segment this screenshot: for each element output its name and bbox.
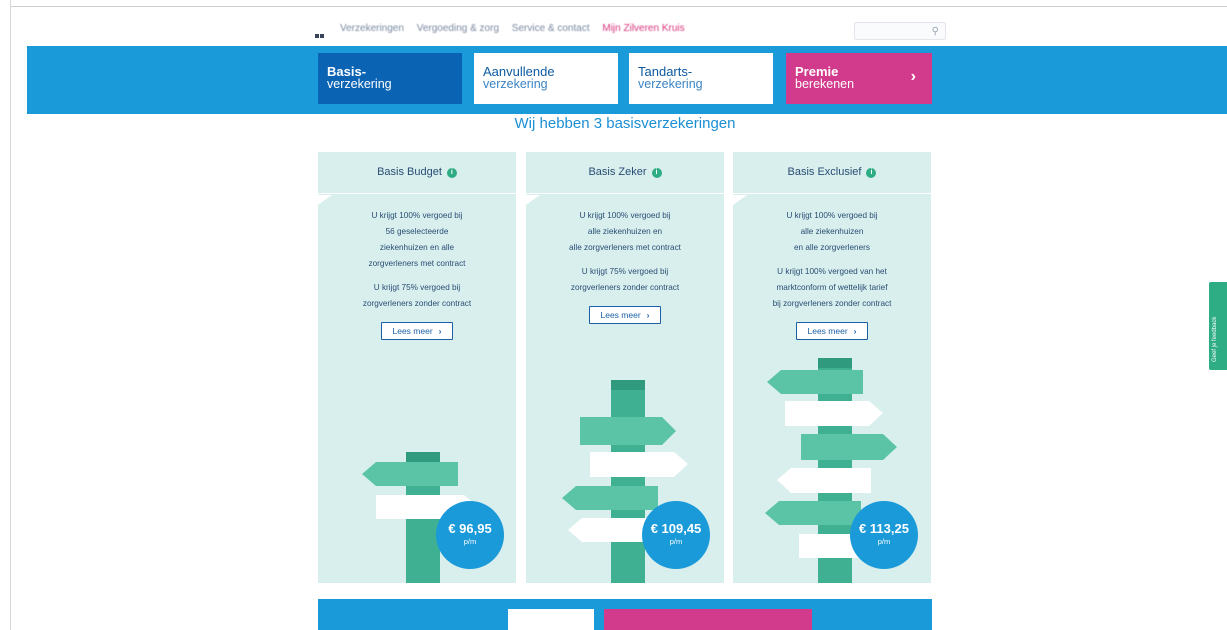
search-input[interactable]: ⚲ [854, 22, 946, 40]
price-badge: € 113,25 p/m [850, 501, 918, 569]
tab-basisverzekering[interactable]: Basis- verzekering [318, 53, 462, 104]
plan-card-basis-budget: Basis Budget i U krijgt 100% vergoed bij … [318, 152, 516, 583]
nav-link-verzekeringen[interactable]: Verzekeringen [340, 23, 404, 34]
price-unit: p/m [669, 537, 683, 546]
price-amount: € 96,95 [448, 521, 492, 536]
tab-label-line2: verzekering [483, 77, 548, 91]
plan-card-basis-exclusief: Basis Exclusief i U krijgt 100% vergoed b… [733, 152, 931, 583]
tab-premie-berekenen[interactable]: Premie berekenen › [786, 53, 932, 104]
top-navigation: Verzekeringen Vergoeding & zorg Service … [300, 0, 960, 46]
feedback-label: Geef je feedback [1212, 316, 1218, 362]
nav-link-service[interactable]: Service & contact [512, 23, 590, 34]
plan-card-basis-zeker: Basis Zeker i U krijgt 100% vergoed bij a… [526, 152, 724, 583]
price-badge: € 96,95 p/m [436, 501, 504, 569]
bottom-white-button[interactable] [508, 609, 594, 630]
feedback-tab[interactable]: Geef je feedback [1209, 282, 1227, 370]
nav-link-mijn-zilveren-kruis[interactable]: Mijn Zilveren Kruis [602, 23, 684, 34]
tab-tandartsverzekering[interactable]: Tandarts- verzekering [629, 53, 773, 104]
page-heading: Wij hebben 3 basisverzekeringen [514, 115, 736, 132]
top-nav-links: Verzekeringen Vergoeding & zorg Service … [340, 23, 695, 34]
tab-label-line2: verzekering [638, 77, 703, 91]
bottom-pink-button[interactable] [604, 609, 812, 630]
tab-band [27, 46, 1227, 114]
search-icon[interactable]: ⚲ [932, 26, 939, 37]
tab-aanvullende-verzekering[interactable]: Aanvullende verzekering [474, 53, 618, 104]
bottom-action-bar [318, 599, 932, 630]
price-badge: € 109,45 p/m [642, 501, 710, 569]
price-unit: p/m [463, 537, 477, 546]
home-icon[interactable] [315, 25, 325, 38]
nav-link-vergoeding[interactable]: Vergoeding & zorg [417, 23, 499, 34]
price-amount: € 113,25 [859, 521, 909, 536]
chevron-right-icon: › [910, 68, 916, 85]
price-unit: p/m [877, 537, 891, 546]
price-amount: € 109,45 [650, 521, 702, 536]
window-border-left [10, 0, 11, 630]
tab-label-line2: verzekering [327, 77, 392, 91]
